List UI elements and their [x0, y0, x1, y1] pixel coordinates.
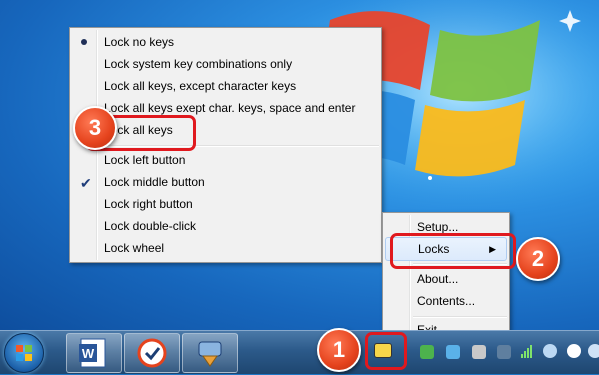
menu-item-lock-all-except-char[interactable]: Lock all keys, except character keys — [72, 75, 379, 97]
volume-icon[interactable] — [567, 344, 581, 358]
taskbar: W — [0, 330, 599, 374]
menu-item-lock-system-key-combinations[interactable]: Lock system key combinations only — [72, 53, 379, 75]
start-button[interactable] — [4, 333, 44, 373]
taskbar-word-button[interactable]: W — [66, 333, 122, 373]
menu-item-about[interactable]: About... — [385, 268, 507, 290]
wifi-icon[interactable] — [588, 344, 599, 358]
highlight-ring-tray-icon — [365, 332, 407, 370]
step-badge-2: 2 — [516, 237, 560, 281]
network-tray-icon[interactable] — [543, 344, 557, 358]
menu-item-lock-left-button[interactable]: Lock left button — [72, 149, 379, 171]
menu-item-contents[interactable]: Contents... — [385, 290, 507, 312]
clock-app-icon — [137, 338, 167, 368]
windows-start-icon — [16, 345, 32, 361]
app-tray-icon[interactable] — [472, 345, 486, 359]
step-badge-3: 3 — [73, 106, 117, 150]
shield-tray-icon[interactable] — [420, 345, 434, 359]
plug-app-icon — [198, 341, 222, 367]
taskbar-plug-button[interactable] — [182, 333, 238, 373]
menu-item-lock-wheel[interactable]: Lock wheel — [72, 237, 379, 259]
menu-item-lock-right-button[interactable]: Lock right button — [72, 193, 379, 215]
menu-item-lock-middle-button[interactable]: ✔ Lock middle button — [72, 171, 379, 193]
svg-text:W: W — [82, 346, 95, 361]
menu-item-lock-double-click[interactable]: Lock double-click — [72, 215, 379, 237]
headset-tray-icon[interactable] — [497, 345, 511, 359]
taskbar-clock-button[interactable] — [124, 333, 180, 373]
security-tray-icon[interactable] — [446, 345, 460, 359]
highlight-ring-locks — [390, 233, 516, 269]
step-badge-1: 1 — [317, 328, 361, 372]
tray-context-menu: Setup... Locks ▶ About... Contents... Ex… — [382, 212, 510, 344]
menu-item-lock-no-keys[interactable]: Lock no keys — [72, 31, 379, 53]
checkmark-icon: ✔ — [80, 175, 92, 191]
network-signal-icon[interactable] — [520, 343, 536, 359]
radio-bullet-icon — [81, 39, 87, 45]
word-app-icon: W — [79, 338, 106, 368]
menu-separator — [413, 316, 507, 318]
